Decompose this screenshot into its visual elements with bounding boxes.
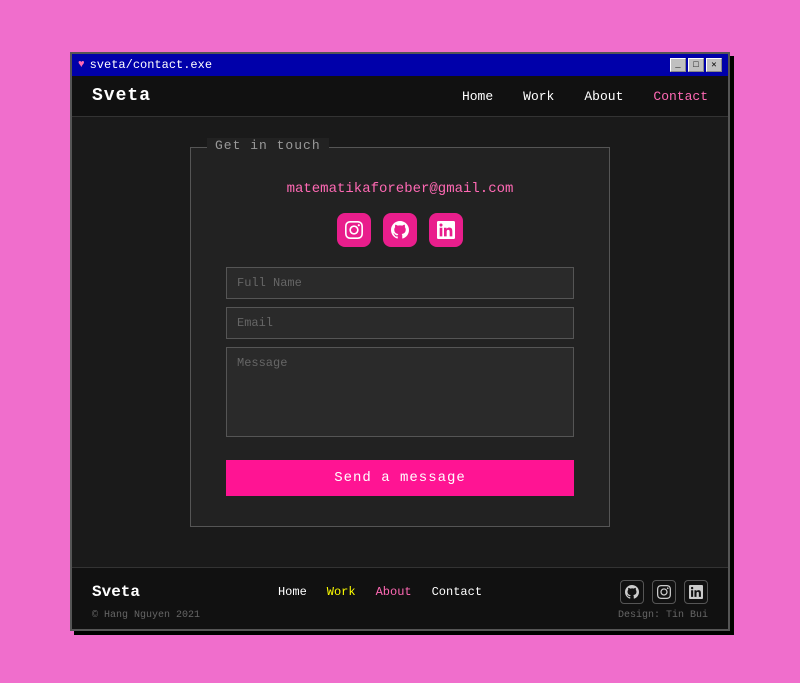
footer-instagram-icon[interactable]	[652, 580, 676, 604]
footer-main: Sveta Home Work About Contact	[92, 580, 708, 604]
close-button[interactable]: ✕	[706, 58, 722, 72]
title-bar: ♥ sveta/contact.exe _ □ ✕	[72, 54, 728, 76]
main-window: ♥ sveta/contact.exe _ □ ✕ Sveta Home Wor…	[70, 52, 730, 631]
footer-link-work[interactable]: Work	[327, 585, 356, 599]
heart-icon: ♥	[78, 59, 85, 71]
contact-email: matematikaforeber@gmail.com	[226, 181, 574, 197]
footer: Sveta Home Work About Contact	[72, 567, 728, 629]
nav-link-home[interactable]: Home	[462, 89, 493, 104]
contact-box: Get in touch matematikaforeber@gmail.com	[190, 147, 610, 527]
navbar: Sveta Home Work About Contact	[72, 76, 728, 117]
github-icon[interactable]	[383, 213, 417, 247]
social-icons	[226, 213, 574, 247]
main-content: Get in touch matematikaforeber@gmail.com	[72, 117, 728, 567]
footer-brand: Sveta	[92, 583, 140, 601]
copyright-text: © Hang Nguyen 2021	[92, 610, 200, 621]
footer-linkedin-icon[interactable]	[684, 580, 708, 604]
maximize-button[interactable]: □	[688, 58, 704, 72]
nav-brand: Sveta	[92, 86, 151, 106]
nav-links: Home Work About Contact	[462, 89, 708, 104]
contact-legend: Get in touch	[207, 138, 329, 153]
window-title: sveta/contact.exe	[90, 58, 212, 72]
design-credit-text: Design: Tin Bui	[618, 610, 708, 621]
instagram-icon[interactable]	[337, 213, 371, 247]
minimize-button[interactable]: _	[670, 58, 686, 72]
email-input[interactable]	[226, 307, 574, 339]
footer-link-about[interactable]: About	[376, 585, 412, 599]
title-bar-left: ♥ sveta/contact.exe	[78, 58, 212, 72]
footer-link-home[interactable]: Home	[278, 585, 307, 599]
nav-link-contact[interactable]: Contact	[653, 89, 708, 104]
footer-credits: © Hang Nguyen 2021 Design: Tin Bui	[92, 610, 708, 621]
footer-social-icons	[620, 580, 708, 604]
nav-link-work[interactable]: Work	[523, 89, 554, 104]
linkedin-icon[interactable]	[429, 213, 463, 247]
title-bar-controls: _ □ ✕	[670, 58, 722, 72]
send-button[interactable]: Send a message	[226, 460, 574, 496]
fullname-input[interactable]	[226, 267, 574, 299]
footer-link-contact[interactable]: Contact	[432, 585, 482, 599]
message-input[interactable]	[226, 347, 574, 437]
nav-link-about[interactable]: About	[584, 89, 623, 104]
footer-links: Home Work About Contact	[278, 585, 482, 599]
footer-github-icon[interactable]	[620, 580, 644, 604]
